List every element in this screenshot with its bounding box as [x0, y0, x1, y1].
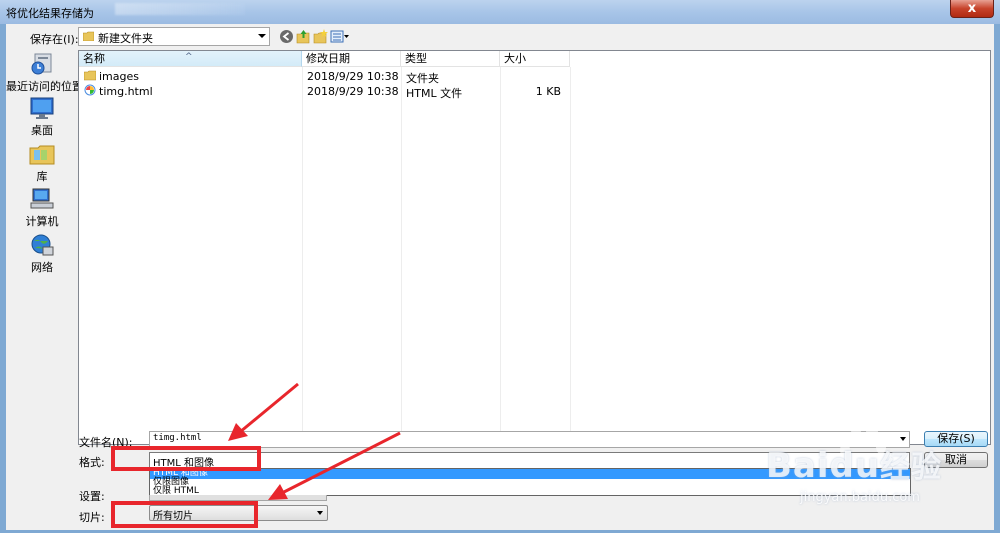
- filename-value: timg.html: [153, 433, 202, 443]
- save-in-value: 新建文件夹: [98, 32, 153, 45]
- place-libraries[interactable]: 库: [6, 142, 78, 184]
- back-icon[interactable]: [279, 29, 294, 44]
- libraries-icon: [29, 145, 55, 165]
- place-label: 库: [36, 170, 48, 183]
- file-row-timg[interactable]: timg.html 2018/9/29 10:38 HTML 文件 1 KB: [79, 83, 990, 100]
- format-label: 格式:: [79, 456, 105, 469]
- column-header-modified[interactable]: 修改日期: [302, 51, 401, 67]
- title-bar: 将优化结果存储为 x: [0, 0, 1000, 24]
- place-network[interactable]: 网络: [6, 233, 78, 275]
- column-divider: [500, 67, 501, 444]
- settings-label: 设置:: [79, 490, 105, 503]
- column-divider: [302, 67, 303, 444]
- recent-places-icon: [31, 53, 52, 75]
- computer-icon: [30, 188, 54, 209]
- watermark-url: jingyan.baidu.com: [800, 490, 920, 505]
- window-title: 将优化结果存储为: [6, 7, 94, 20]
- column-divider: [401, 67, 402, 444]
- file-row-images[interactable]: images 2018/9/29 10:38 文件夹: [79, 68, 990, 85]
- folder-icon: [83, 31, 94, 41]
- chevron-down-icon: [317, 511, 323, 515]
- place-label: 计算机: [25, 215, 59, 228]
- close-button[interactable]: x: [950, 0, 994, 18]
- column-header-type[interactable]: 类型: [401, 51, 500, 67]
- folder-icon: [84, 70, 96, 81]
- annotation-box-format: [111, 446, 261, 471]
- place-computer[interactable]: 计算机: [6, 187, 78, 229]
- up-folder-icon[interactable]: [296, 29, 311, 44]
- blurred-region: [115, 3, 245, 15]
- slices-label: 切片:: [79, 511, 105, 524]
- file-list[interactable]: 名称 ^ 修改日期 类型 大小 images 2018/9/29 10:38 文…: [78, 50, 991, 445]
- place-label: 桌面: [31, 124, 53, 137]
- places-bar: 最近访问的位置 桌面 库 计算机 网络: [6, 50, 83, 445]
- chevron-down-icon[interactable]: [900, 437, 906, 441]
- column-header-name[interactable]: 名称 ^: [79, 51, 302, 67]
- save-in-label: 保存在(I):: [30, 33, 79, 46]
- html-file-icon: [84, 84, 96, 96]
- column-divider: [570, 67, 571, 444]
- place-label: 网络: [31, 261, 53, 274]
- place-label: 最近访问的位置: [6, 80, 83, 93]
- watermark-brand: Baidu经验: [766, 446, 943, 486]
- sort-ascending-icon: ^: [185, 52, 193, 62]
- network-icon: [31, 234, 54, 256]
- desktop-icon: [30, 97, 54, 119]
- save-in-dropdown[interactable]: 新建文件夹: [78, 27, 270, 46]
- column-header-size[interactable]: 大小: [500, 51, 570, 67]
- place-desktop[interactable]: 桌面: [6, 96, 78, 138]
- new-folder-icon[interactable]: [313, 29, 328, 44]
- view-menu-icon[interactable]: [330, 29, 350, 44]
- annotation-box-slices: [111, 501, 258, 528]
- chevron-down-icon: [258, 34, 266, 38]
- place-recent[interactable]: 最近访问的位置: [6, 52, 83, 94]
